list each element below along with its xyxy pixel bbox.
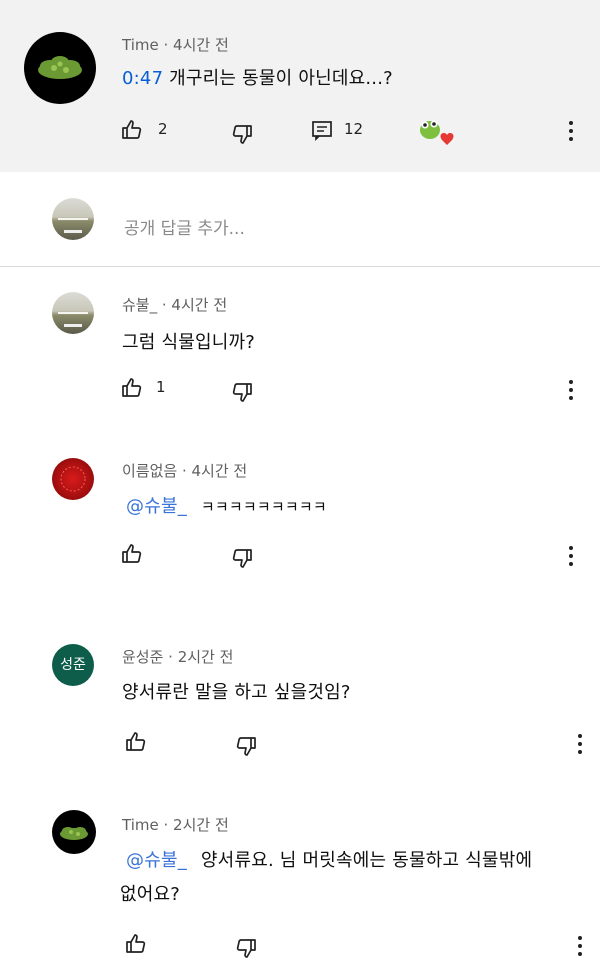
avatar-initials: 성준 bbox=[60, 657, 86, 673]
comment-time: 4시간 전 bbox=[171, 296, 228, 314]
dislike-icon[interactable] bbox=[230, 380, 254, 404]
plant-avatar-image bbox=[60, 827, 88, 840]
author-name[interactable]: Time bbox=[122, 36, 159, 54]
dislike-icon[interactable] bbox=[234, 936, 258, 960]
comment-body: ㅋㅋㅋㅋㅋㅋㅋㅋㅋ bbox=[200, 498, 327, 516]
comment-time: 2시간 전 bbox=[173, 816, 229, 834]
like-icon[interactable] bbox=[120, 542, 144, 566]
comment-text: 그럼 식물입니까? bbox=[122, 332, 255, 353]
mention-link[interactable]: @슈불_ bbox=[126, 850, 187, 871]
author-name[interactable]: 이름없음 bbox=[122, 462, 177, 480]
avatar-shubul[interactable] bbox=[52, 292, 94, 334]
author-name[interactable]: 윤성준 bbox=[122, 648, 163, 666]
comment-text: 0:47 개구리는 동물이 아닌데요...? bbox=[122, 64, 393, 90]
avatar-time[interactable] bbox=[52, 810, 96, 854]
comment-meta: Time · 4시간 전 bbox=[122, 36, 229, 54]
comment-text: @슈불_ 양서류요. 님 머릿속에는 동물하고 식물밖에 bbox=[126, 846, 532, 872]
plant-avatar-image bbox=[38, 56, 82, 79]
reply-comment: 이름없음 · 4시간 전 @슈불_ ㅋㅋㅋㅋㅋㅋㅋㅋㅋ bbox=[0, 440, 600, 610]
like-icon[interactable] bbox=[120, 376, 144, 400]
more-options-icon[interactable] bbox=[577, 734, 583, 758]
like-count: 2 bbox=[158, 120, 168, 138]
dislike-icon[interactable] bbox=[230, 122, 254, 146]
reply-comment: Time · 2시간 전 @슈불_ 양서류요. 님 머릿속에는 동물하고 식물밖에… bbox=[0, 800, 600, 979]
comment-meta: Time · 2시간 전 bbox=[122, 816, 229, 834]
like-icon[interactable] bbox=[124, 730, 148, 754]
add-reply-area: 공개 답글 추가... bbox=[0, 172, 600, 267]
dislike-icon[interactable] bbox=[234, 734, 258, 758]
creator-heart-icon bbox=[420, 120, 454, 145]
reply-comment: 성준 윤성준 · 2시간 전 양서류란 말을 하고 싶을것임? bbox=[0, 626, 600, 796]
comment-text: 양서류란 말을 하고 싶을것임? bbox=[122, 682, 351, 703]
comment-meta: 이름없음 · 4시간 전 bbox=[122, 462, 248, 480]
avatar-time[interactable] bbox=[24, 32, 96, 104]
mention-link[interactable]: @슈불_ bbox=[126, 496, 187, 517]
comment-body: 개구리는 동물이 아닌데요...? bbox=[163, 68, 393, 89]
author-name[interactable]: Time bbox=[122, 816, 159, 834]
more-options-icon[interactable] bbox=[577, 936, 583, 960]
like-count: 1 bbox=[156, 378, 166, 396]
reply-input[interactable]: 공개 답글 추가... bbox=[124, 214, 245, 239]
dislike-icon[interactable] bbox=[230, 546, 254, 570]
top-comment: Time · 4시간 전 0:47 개구리는 동물이 아닌데요...? 2 12 bbox=[0, 0, 600, 172]
comment-time: 4시간 전 bbox=[191, 462, 248, 480]
like-icon[interactable] bbox=[124, 932, 148, 956]
comment-text: @슈불_ ㅋㅋㅋㅋㅋㅋㅋㅋㅋ bbox=[126, 492, 327, 518]
timestamp-link[interactable]: 0:47 bbox=[122, 68, 163, 89]
comment-meta: 슈불_ · 4시간 전 bbox=[122, 296, 228, 314]
author-name[interactable]: 슈불_ bbox=[122, 296, 157, 314]
more-options-icon[interactable] bbox=[568, 121, 574, 145]
reply-icon[interactable] bbox=[310, 118, 334, 142]
user-avatar bbox=[52, 198, 94, 240]
comment-time: 2시간 전 bbox=[177, 648, 234, 666]
avatar-ireumeopseum[interactable] bbox=[52, 458, 94, 500]
like-icon[interactable] bbox=[120, 118, 144, 142]
comment-meta: 윤성준 · 2시간 전 bbox=[122, 648, 234, 666]
comment-time: 4시간 전 bbox=[173, 36, 229, 54]
avatar-yunseongjun[interactable]: 성준 bbox=[52, 644, 94, 686]
comment-text-line2: 없어요? bbox=[120, 884, 181, 905]
more-options-icon[interactable] bbox=[568, 546, 574, 570]
comment-body: 양서류요. 님 머릿속에는 동물하고 식물밖에 bbox=[200, 850, 533, 871]
reply-count: 12 bbox=[344, 120, 364, 138]
reply-comment: 슈불_ · 4시간 전 그럼 식물입니까? 1 bbox=[0, 266, 600, 426]
more-options-icon[interactable] bbox=[568, 380, 574, 404]
